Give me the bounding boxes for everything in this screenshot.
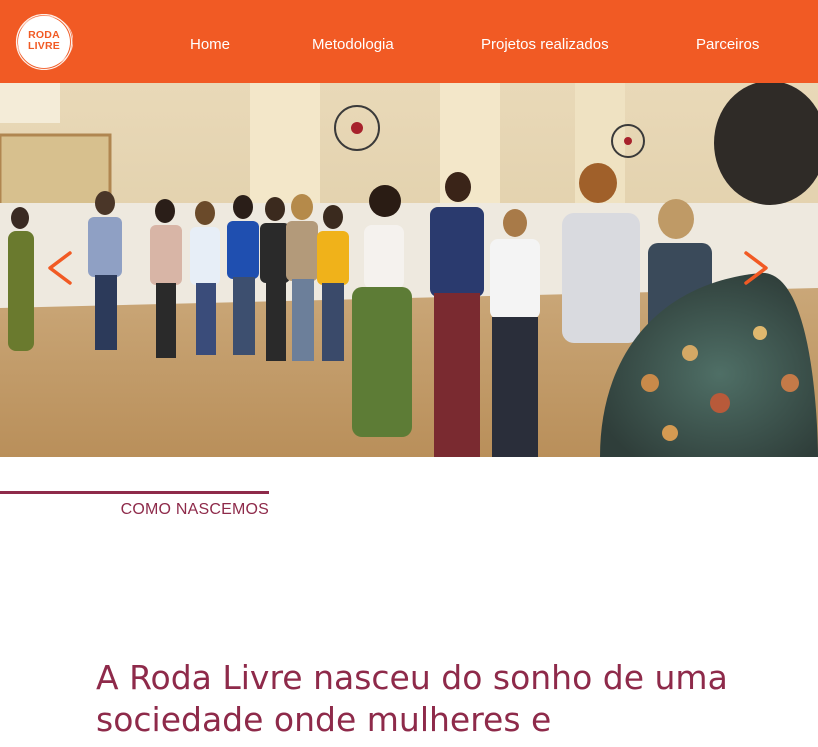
nav-parceiros[interactable]: Parceiros bbox=[696, 36, 759, 54]
carousel-next-button[interactable] bbox=[736, 243, 776, 293]
hero-carousel bbox=[0, 83, 818, 457]
chevron-left-icon bbox=[48, 251, 72, 285]
hero-photo bbox=[0, 83, 818, 457]
chevron-right-icon bbox=[744, 251, 768, 285]
section-divider bbox=[0, 491, 269, 494]
nav-projetos-realizados[interactable]: Projetos realizados bbox=[481, 36, 609, 54]
site-header: RODA LIVRE Home Metodologia Projetos rea… bbox=[0, 0, 818, 83]
main-nav: Home Metodologia Projetos realizados Par… bbox=[0, 0, 818, 83]
section-label: COMO NASCEMOS bbox=[120, 501, 269, 518]
nav-home[interactable]: Home bbox=[190, 36, 230, 54]
page: RODA LIVRE Home Metodologia Projetos rea… bbox=[0, 0, 818, 747]
nav-metodologia[interactable]: Metodologia bbox=[312, 36, 394, 54]
carousel-prev-button[interactable] bbox=[38, 243, 78, 293]
section-headline: A Roda Livre nasceu do sonho de uma soci… bbox=[96, 658, 728, 739]
